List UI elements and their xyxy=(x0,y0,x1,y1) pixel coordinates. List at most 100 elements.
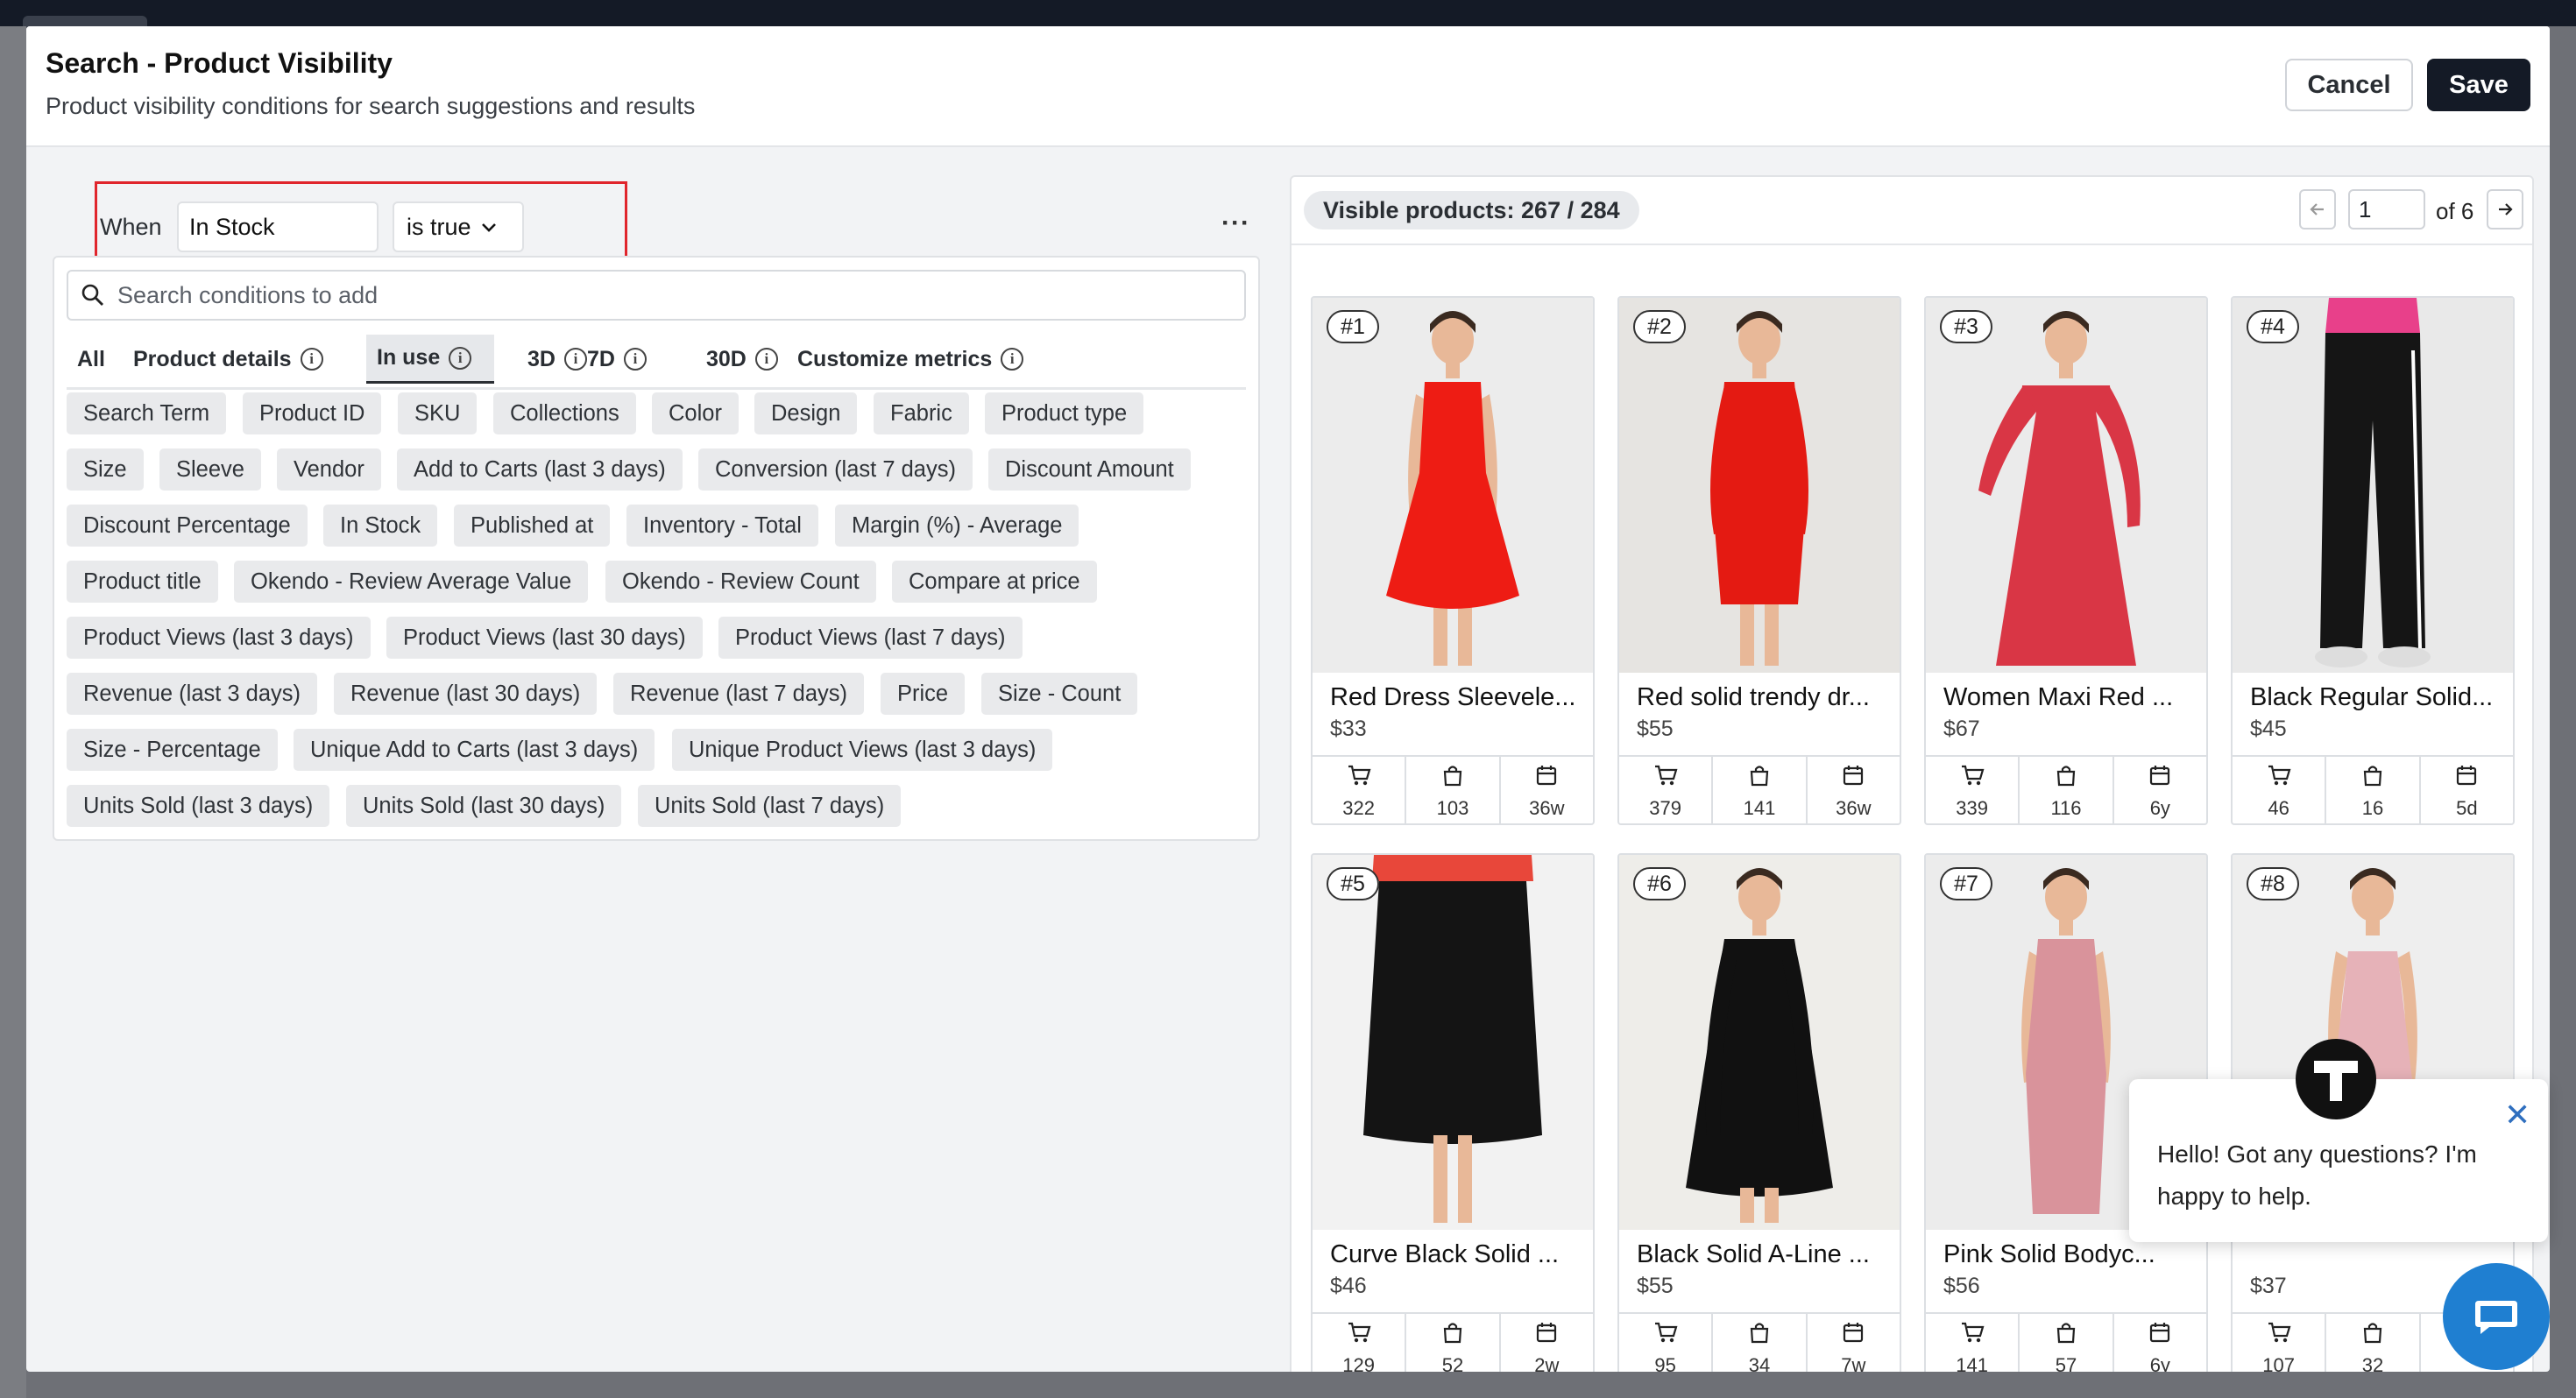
units-sold-metric: 141 xyxy=(1713,757,1808,823)
product-metrics: 339 116 6y xyxy=(1926,755,2206,823)
tab-in-use[interactable]: In use i xyxy=(366,335,494,384)
chat-avatar-logo xyxy=(2296,1039,2376,1119)
condition-chip[interactable]: Size - Count xyxy=(981,673,1138,715)
prev-page-button[interactable] xyxy=(2299,189,2336,229)
condition-chip[interactable]: Compare at price xyxy=(892,561,1097,603)
condition-chip[interactable]: Size xyxy=(67,448,144,491)
condition-chip[interactable]: Okendo - Review Average Value xyxy=(234,561,589,603)
product-image xyxy=(1313,298,1593,673)
condition-chip[interactable]: Sleeve xyxy=(159,448,261,491)
product-card[interactable]: #4 Black Regular Solid... $45 46 16 5d xyxy=(2231,296,2515,825)
condition-chip[interactable]: Add to Carts (last 3 days) xyxy=(397,448,683,491)
metric-value: 141 xyxy=(1743,797,1776,819)
condition-chip[interactable]: Inventory - Total xyxy=(626,505,818,547)
condition-chip[interactable]: Fabric xyxy=(874,392,969,434)
condition-chip[interactable]: Size - Percentage xyxy=(67,729,278,771)
condition-chip[interactable]: Product Views (last 7 days) xyxy=(718,617,1023,659)
search-conditions-input[interactable]: Search conditions to add xyxy=(67,270,1246,321)
condition-chip[interactable]: Units Sold (last 30 days) xyxy=(346,785,622,827)
condition-chip[interactable]: Margin (%) - Average xyxy=(835,505,1079,547)
metric-value: 34 xyxy=(1748,1354,1771,1372)
condition-operator-select[interactable]: is true xyxy=(393,201,524,252)
units-sold-metric: 16 xyxy=(2326,757,2421,823)
cart-icon xyxy=(1347,1321,1371,1349)
info-icon[interactable]: i xyxy=(300,348,323,371)
info-icon[interactable]: i xyxy=(623,348,647,371)
condition-chip[interactable]: Design xyxy=(754,392,858,434)
condition-chip[interactable]: Product Views (last 3 days) xyxy=(67,617,371,659)
tab-label: Customize metrics xyxy=(797,346,993,371)
condition-chip[interactable]: Revenue (last 30 days) xyxy=(334,673,598,715)
product-card[interactable]: #6 Black Solid A-Line ... $55 95 34 7w xyxy=(1617,853,1901,1372)
product-price: $33 xyxy=(1330,717,1367,741)
condition-chip[interactable]: Revenue (last 7 days) xyxy=(613,673,865,715)
more-options-button[interactable]: ··· xyxy=(1221,208,1250,238)
add-to-carts-metric: 339 xyxy=(1926,757,2020,823)
condition-chip[interactable]: Vendor xyxy=(277,448,381,491)
chat-launcher-button[interactable] xyxy=(2443,1263,2550,1370)
add-to-carts-metric: 379 xyxy=(1619,757,1714,823)
condition-tabs: All Product details i In use i 3D i 7D i 30D i Cust… xyxy=(67,335,1246,390)
info-icon[interactable]: i xyxy=(754,348,778,371)
metric-value: 107 xyxy=(2262,1354,2296,1372)
page-number-input[interactable]: 1 xyxy=(2348,189,2425,229)
condition-chip[interactable]: Unique Add to Carts (last 3 days) xyxy=(294,729,655,771)
product-name: Curve Black Solid ... xyxy=(1330,1240,1560,1268)
condition-chip[interactable]: SKU xyxy=(398,392,478,434)
product-card[interactable]: #1 Red Dress Sleevele... $33 322 103 36w xyxy=(1311,296,1595,825)
conditions-panel: Search conditions to add All Product deta… xyxy=(53,256,1260,841)
shopping-bag-icon xyxy=(2054,1321,2078,1349)
condition-chip[interactable]: Units Sold (last 3 days) xyxy=(67,785,330,827)
condition-chip[interactable]: Discount Amount xyxy=(988,448,1191,491)
condition-chip[interactable]: Search Term xyxy=(67,392,227,434)
condition-chip[interactable]: Conversion (last 7 days) xyxy=(698,448,973,491)
product-card[interactable]: #3 Women Maxi Red ... $67 339 116 6y xyxy=(1924,296,2208,825)
product-card[interactable]: #5 Curve Black Solid ... $46 129 52 2w xyxy=(1311,853,1595,1372)
product-image xyxy=(1926,298,2206,673)
condition-chip[interactable]: Color xyxy=(652,392,739,434)
product-image xyxy=(1619,855,1900,1230)
product-name: Red solid trendy dr... xyxy=(1637,683,1870,711)
product-name: Pink Solid Bodyc... xyxy=(1943,1240,2155,1268)
condition-chip[interactable]: In Stock xyxy=(323,505,438,547)
modal-subtitle: Product visibility conditions for search… xyxy=(46,93,696,119)
cancel-button[interactable]: Cancel xyxy=(2285,59,2413,111)
condition-chip[interactable]: Okendo - Review Count xyxy=(605,561,876,603)
product-card[interactable]: #2 Red solid trendy dr... $55 379 141 36w xyxy=(1617,296,1901,825)
condition-chip[interactable]: Product ID xyxy=(243,392,382,434)
units-sold-metric: 57 xyxy=(2020,1314,2114,1372)
tab-label: 30D xyxy=(706,346,747,371)
product-price: $46 xyxy=(1330,1274,1367,1298)
next-page-button[interactable] xyxy=(2487,189,2523,229)
metric-value: 46 xyxy=(2268,797,2289,819)
metric-value: 5d xyxy=(2456,797,2478,819)
condition-chip[interactable]: Product title xyxy=(67,561,218,603)
shopping-bag-icon xyxy=(1747,764,1772,792)
condition-chip[interactable]: Published at xyxy=(454,505,611,547)
condition-chip[interactable]: Discount Percentage xyxy=(67,505,308,547)
tab-all[interactable]: All xyxy=(67,335,116,384)
product-image xyxy=(1619,298,1900,673)
condition-chip[interactable]: Product Views (last 30 days) xyxy=(386,617,703,659)
metric-value: 339 xyxy=(1956,797,1989,819)
condition-chip[interactable]: Price xyxy=(881,673,966,715)
tab-7d[interactable]: 7D i xyxy=(577,335,687,384)
tab-product-details[interactable]: Product details i xyxy=(123,335,356,384)
calendar-icon xyxy=(1841,1321,1865,1349)
units-sold-metric: 116 xyxy=(2020,757,2114,823)
condition-chip[interactable]: Product type xyxy=(985,392,1144,434)
save-button[interactable]: Save xyxy=(2427,59,2530,111)
tab-customize-metrics[interactable]: Customize metrics i xyxy=(787,335,1085,384)
tab-label: Product details xyxy=(133,346,292,371)
condition-field-input[interactable]: In Stock xyxy=(177,201,379,252)
condition-chip[interactable]: Collections xyxy=(493,392,636,434)
shopping-bag-icon xyxy=(1747,1321,1772,1349)
info-icon[interactable]: i xyxy=(1001,348,1024,371)
condition-chip[interactable]: Units Sold (last 7 days) xyxy=(638,785,902,827)
tab-30d[interactable]: 30D i xyxy=(696,335,789,384)
condition-chip[interactable]: Unique Product Views (last 3 days) xyxy=(672,729,1053,771)
info-icon[interactable]: i xyxy=(449,346,472,370)
condition-chip[interactable]: Revenue (last 3 days) xyxy=(67,673,318,715)
close-icon[interactable]: ✕ xyxy=(2504,1097,2530,1133)
age-metric: 7w xyxy=(1808,1314,1900,1372)
